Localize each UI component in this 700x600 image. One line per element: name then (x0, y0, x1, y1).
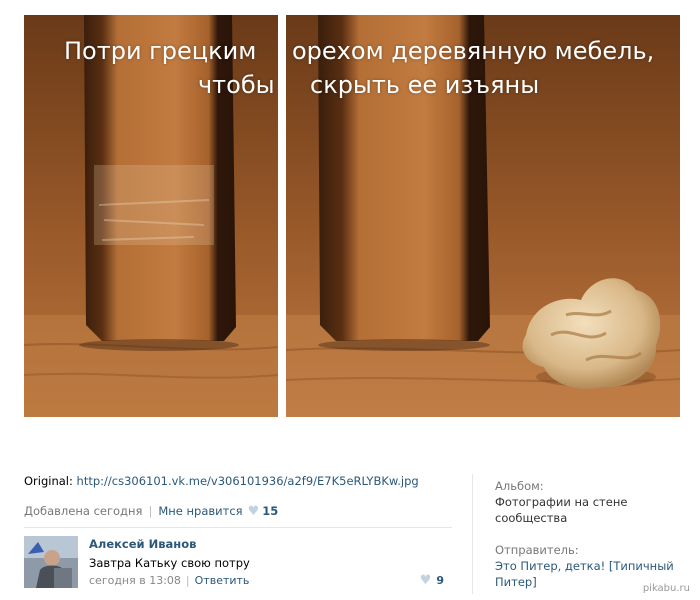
post-photo[interactable]: Потри грецким орехом деревянную мебель, … (24, 15, 680, 417)
comment-author-link[interactable]: Алексей Иванов (89, 537, 196, 551)
separator: | (148, 504, 153, 518)
vertical-divider (472, 474, 473, 594)
album-label: Альбом: (495, 479, 544, 493)
caption-line2-left: чтобы (198, 71, 275, 99)
like-count: 15 (262, 504, 279, 518)
original-link-row: Original: http://cs306101.vk.me/v3061019… (24, 474, 419, 488)
caption-line1-left: Потри грецким (64, 37, 257, 65)
avatar-image (24, 536, 78, 588)
divider (24, 527, 452, 528)
comment-like-count: 9 (436, 574, 444, 587)
comment-meta: сегодня в 13:08 | Ответить (89, 574, 249, 587)
sender-label: Отправитель: (495, 543, 579, 557)
heart-icon[interactable]: ♥ (420, 573, 432, 588)
comment-time[interactable]: сегодня в 13:08 (89, 574, 181, 587)
added-row: Добавлена сегодня | Мне нравится ♥ 15 (24, 504, 278, 519)
side-info: Альбом: Фотографии на стене сообщества О… (495, 478, 685, 589)
like-button[interactable]: Мне нравится (158, 504, 242, 518)
comment-item: Алексей Иванов Завтра Катьку свою потру … (24, 536, 452, 592)
caption-line1-right: орехом деревянную мебель, (292, 37, 655, 65)
separator: | (185, 574, 190, 587)
comment-text: Завтра Катьку свою потру (89, 556, 250, 570)
watermark: pikabu.ru (642, 583, 690, 594)
added-text: Добавлена сегодня (24, 504, 143, 518)
album-block: Альбом: Фотографии на стене сообщества (495, 478, 685, 526)
caption-line2-right: скрыть ее изъяны (310, 71, 540, 99)
comment-like-button[interactable]: ♥ 9 (420, 573, 444, 588)
original-url-link[interactable]: http://cs306101.vk.me/v306101936/a2f9/E7… (77, 474, 419, 488)
original-label: Original: (24, 474, 73, 488)
album-value[interactable]: Фотографии на стене сообщества (495, 494, 685, 526)
avatar[interactable] (24, 536, 78, 588)
heart-icon[interactable]: ♥ (248, 504, 260, 519)
reply-link[interactable]: Ответить (195, 574, 250, 587)
